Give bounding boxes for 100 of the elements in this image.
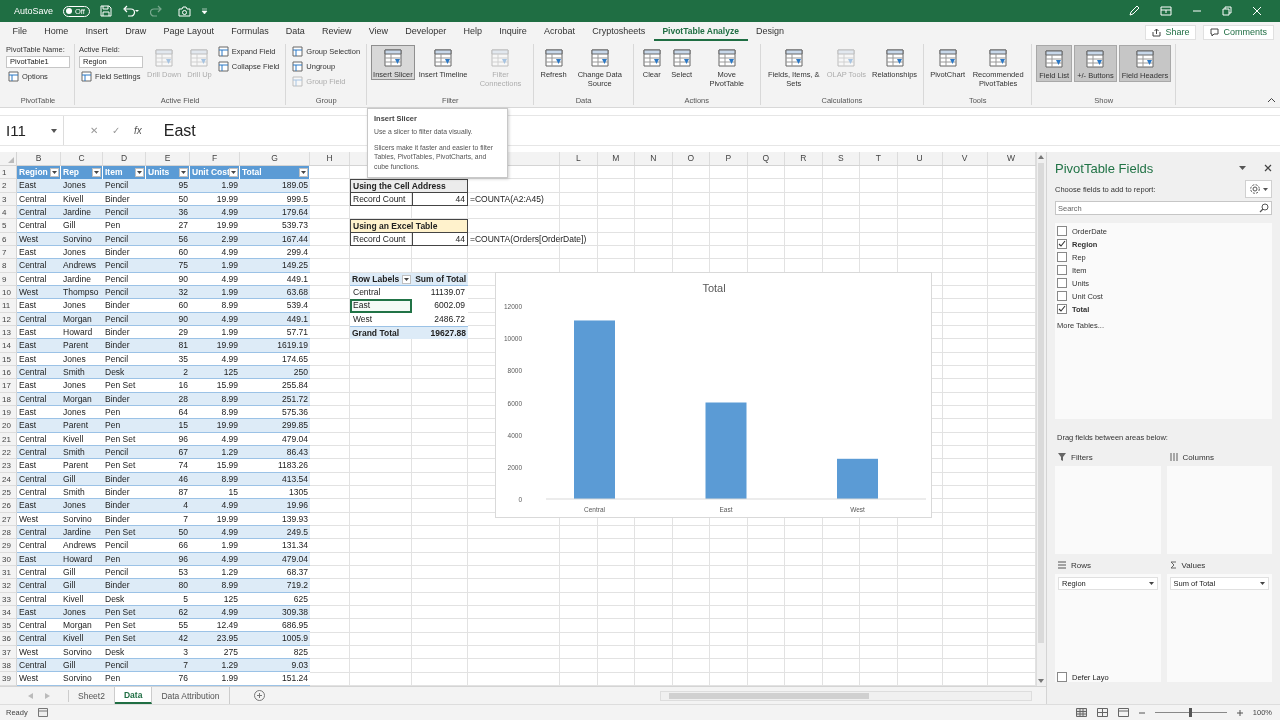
- macro-icon[interactable]: [37, 708, 48, 717]
- ribbon-tab[interactable]: Formulas: [222, 23, 278, 41]
- column-letter[interactable]: V: [942, 152, 988, 165]
- row-number[interactable]: 20: [0, 419, 17, 433]
- ribbon-tab[interactable]: Draw: [116, 23, 155, 41]
- ribbon-tab[interactable]: Cryptosheets: [583, 23, 654, 41]
- checkbox[interactable]: [1057, 304, 1067, 314]
- column-header: Total: [240, 166, 310, 180]
- column-letter[interactable]: F: [190, 152, 240, 165]
- column-letter[interactable]: N: [635, 152, 673, 165]
- column-letter[interactable]: G: [240, 152, 310, 165]
- plus-icon[interactable]: [1236, 709, 1243, 716]
- pen-icon[interactable]: [1128, 5, 1140, 17]
- column-letter[interactable]: T: [860, 152, 898, 165]
- caret-icon[interactable]: [1239, 166, 1246, 170]
- checkbox[interactable]: [1057, 265, 1067, 275]
- row-number[interactable]: 14: [0, 339, 17, 353]
- formula-field[interactable]: East: [155, 121, 196, 140]
- ribbon-tab[interactable]: Acrobat: [535, 23, 584, 41]
- ribbon-tab[interactable]: Review: [313, 23, 361, 41]
- filter-dropdown-button[interactable]: [50, 168, 59, 177]
- row-number[interactable]: 26: [0, 499, 17, 513]
- ribbon-tab[interactable]: Design: [747, 23, 793, 41]
- ribbon-tab[interactable]: View: [360, 23, 397, 41]
- filter-dropdown-button[interactable]: [299, 168, 308, 177]
- camera-icon[interactable]: [177, 5, 191, 17]
- ribbon-tab[interactable]: Page Layout: [154, 23, 223, 41]
- ribbon-tab[interactable]: Developer: [396, 23, 455, 41]
- ribbon-tab[interactable]: Help: [454, 23, 491, 41]
- restore-icon[interactable]: [1222, 6, 1232, 16]
- column-header: Unit Cost: [190, 166, 240, 180]
- name-box[interactable]: I11: [0, 116, 64, 145]
- row-number[interactable]: 2: [0, 179, 17, 193]
- column-letter[interactable]: E: [146, 152, 190, 165]
- scroll-up-icon[interactable]: [1038, 155, 1045, 159]
- checkbox[interactable]: [1057, 252, 1067, 262]
- ribbon-tab[interactable]: Insert: [76, 23, 117, 41]
- column-letter[interactable]: D: [103, 152, 146, 165]
- ribbon-display-icon[interactable]: [1160, 6, 1172, 16]
- column-letter[interactable]: C: [61, 152, 103, 165]
- share-button[interactable]: Share: [1145, 24, 1197, 40]
- row-number[interactable]: 38: [0, 659, 17, 673]
- column-letter[interactable]: R: [785, 152, 823, 165]
- filter-dropdown-button[interactable]: [92, 168, 101, 177]
- row-number[interactable]: 8: [0, 259, 17, 273]
- column-letter[interactable]: P: [710, 152, 748, 165]
- normal-view-icon[interactable]: [1075, 708, 1087, 717]
- comments-button[interactable]: Comments: [1203, 24, 1274, 40]
- checkbox[interactable]: [1057, 672, 1067, 682]
- column-letter[interactable]: B: [17, 152, 61, 165]
- settings-button[interactable]: [1245, 180, 1272, 198]
- filter-dropdown-button[interactable]: [402, 274, 411, 284]
- scroll-down-icon[interactable]: [1038, 679, 1045, 683]
- row-number[interactable]: 1: [0, 166, 17, 180]
- row-number[interactable]: 36: [0, 632, 17, 646]
- column-letter[interactable]: W: [987, 152, 1036, 165]
- row-number[interactable]: 29: [0, 539, 17, 553]
- page-layout-icon[interactable]: [1096, 708, 1108, 717]
- save-icon[interactable]: [99, 5, 112, 17]
- row-number[interactable]: 17: [0, 379, 17, 393]
- add-sheet-icon[interactable]: [253, 690, 265, 701]
- row-number[interactable]: 32: [0, 579, 17, 593]
- pivot-cell[interactable]: East: [350, 299, 412, 313]
- checkbox[interactable]: [1057, 291, 1067, 301]
- sheet-tab[interactable]: Data: [114, 687, 153, 704]
- close-icon[interactable]: [1264, 164, 1272, 172]
- caret-icon[interactable]: [51, 128, 57, 133]
- page-break-icon[interactable]: [1117, 708, 1129, 717]
- row-number[interactable]: 35: [0, 619, 17, 633]
- filter-dropdown-button[interactable]: [229, 168, 238, 177]
- formula-button[interactable]: fx: [134, 125, 142, 136]
- vertical-scrollbar[interactable]: [1035, 152, 1046, 686]
- column-letter[interactable]: O: [672, 152, 710, 165]
- filter-dropdown-button[interactable]: [179, 168, 188, 177]
- column-letter[interactable]: L: [560, 152, 598, 165]
- table-cell: East: [17, 459, 61, 473]
- caret-icon: [1263, 187, 1268, 191]
- filter-dropdown-button[interactable]: [135, 168, 144, 177]
- checkbox[interactable]: [1057, 278, 1067, 288]
- ribbon-tab[interactable]: Data: [277, 23, 314, 41]
- customize-icon[interactable]: [200, 7, 208, 15]
- minus-icon[interactable]: [1138, 709, 1145, 716]
- row-number[interactable]: 39: [0, 672, 17, 686]
- column-letter[interactable]: Q: [747, 152, 785, 165]
- horizontal-scrollbar[interactable]: [660, 690, 1032, 701]
- column-letter[interactable]: S: [822, 152, 860, 165]
- row-number[interactable]: 11: [0, 299, 17, 313]
- collapse-ribbon-icon[interactable]: [1267, 97, 1276, 103]
- ribbon-tab[interactable]: Inquire: [490, 23, 536, 41]
- undo-icon[interactable]: [121, 5, 140, 17]
- column-letter[interactable]: U: [897, 152, 943, 165]
- ribbon-tab[interactable]: Home: [35, 23, 77, 41]
- checkbox[interactable]: [1057, 226, 1067, 236]
- checkbox[interactable]: [1057, 239, 1067, 249]
- row-number[interactable]: 5: [0, 219, 17, 233]
- table-cell: Pen Set: [103, 619, 146, 633]
- ribbon-tab[interactable]: File: [4, 23, 36, 41]
- column-letter[interactable]: M: [597, 152, 635, 165]
- row-number[interactable]: 23: [0, 459, 17, 473]
- column-letter[interactable]: H: [310, 152, 350, 165]
